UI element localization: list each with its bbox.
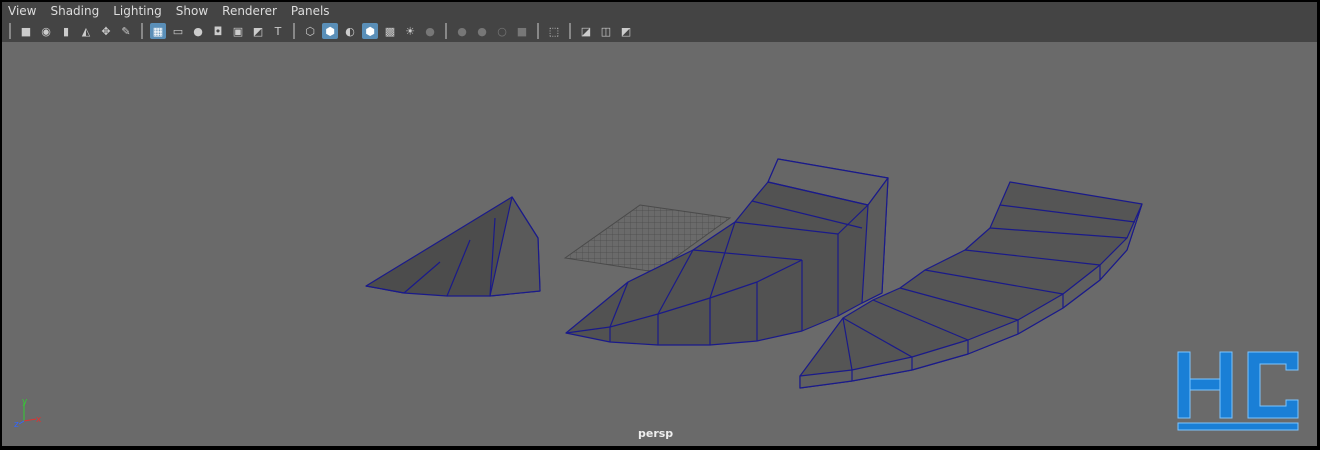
axis-x-label: x	[36, 415, 42, 425]
2d-pan-zoom-icon[interactable]: ✥	[98, 23, 114, 39]
toolbar-handle[interactable]	[9, 23, 11, 39]
ambient-occlusion-icon[interactable]: ●	[454, 23, 470, 39]
wireframe-icon[interactable]: ⬡	[302, 23, 318, 39]
menu-view[interactable]: View	[8, 4, 36, 18]
camera-label: persp	[638, 427, 674, 440]
menu-panels[interactable]: Panels	[291, 4, 330, 18]
menu-lighting[interactable]: Lighting	[113, 4, 162, 18]
isolate-select-icon[interactable]: ⬚	[546, 23, 562, 39]
menu-shading[interactable]: Shading	[50, 4, 99, 18]
toolbar-separator	[141, 23, 143, 39]
wedge-mesh[interactable]	[365, 196, 541, 297]
depth-of-field-icon[interactable]: ■	[514, 23, 530, 39]
toolbar-separator	[445, 23, 447, 39]
toolbar-separator	[293, 23, 295, 39]
xray-active-icon[interactable]: ◫	[598, 23, 614, 39]
smooth-shade-icon[interactable]: ⬢	[322, 23, 338, 39]
gate-mask-icon[interactable]: ◘	[210, 23, 226, 39]
toolbar-separator	[569, 23, 571, 39]
menu-renderer[interactable]: Renderer	[222, 4, 277, 18]
bookmark-icon[interactable]: ▮	[58, 23, 74, 39]
toolbar-separator	[537, 23, 539, 39]
camera-icon[interactable]: ■	[18, 23, 34, 39]
viewport-panel: View Shading Lighting Show Renderer Pane…	[2, 2, 1317, 446]
3d-viewport[interactable]: y x z persp	[2, 42, 1317, 446]
wireframe-on-shaded-icon[interactable]: ⬢	[362, 23, 378, 39]
motion-blur-icon[interactable]: ●	[474, 23, 490, 39]
axis-z-label: z	[14, 420, 19, 430]
camera-attributes-icon[interactable]: ◉	[38, 23, 54, 39]
menu-show[interactable]: Show	[176, 4, 208, 18]
xray-icon[interactable]: ◪	[578, 23, 594, 39]
textured-icon[interactable]: ▩	[382, 23, 398, 39]
grid-icon[interactable]: ▦	[150, 23, 166, 39]
hc-logo	[1174, 350, 1302, 436]
xray-joints-icon[interactable]: ◩	[618, 23, 634, 39]
axis-gizmo: y x z	[14, 397, 54, 435]
axis-y-label: y	[22, 397, 28, 407]
panel-toolbar: ■ ◉ ▮ ◭ ✥ ✎ ▦ ▭ ● ◘ ▣ ◩ T ⬡ ⬢ ◐ ⬢ ▩ ☀ ● ● ● ○ ■ ⬚ ◪ ◫ ◩	[2, 20, 1317, 42]
scene	[365, 158, 1143, 389]
lights-icon[interactable]: ☀	[402, 23, 418, 39]
safe-action-icon[interactable]: ◩	[250, 23, 266, 39]
image-plane-icon[interactable]: ◭	[78, 23, 94, 39]
shadows-icon[interactable]: ●	[422, 23, 438, 39]
anti-aliasing-icon[interactable]: ○	[494, 23, 510, 39]
film-gate-icon[interactable]: ▭	[170, 23, 186, 39]
resolution-gate-icon[interactable]: ●	[190, 23, 206, 39]
safe-title-icon[interactable]: T	[270, 23, 286, 39]
field-chart-icon[interactable]: ▣	[230, 23, 246, 39]
grease-pencil-icon[interactable]: ✎	[118, 23, 134, 39]
panel-menubar: View Shading Lighting Show Renderer Pane…	[2, 2, 1317, 20]
default-material-icon[interactable]: ◐	[342, 23, 358, 39]
